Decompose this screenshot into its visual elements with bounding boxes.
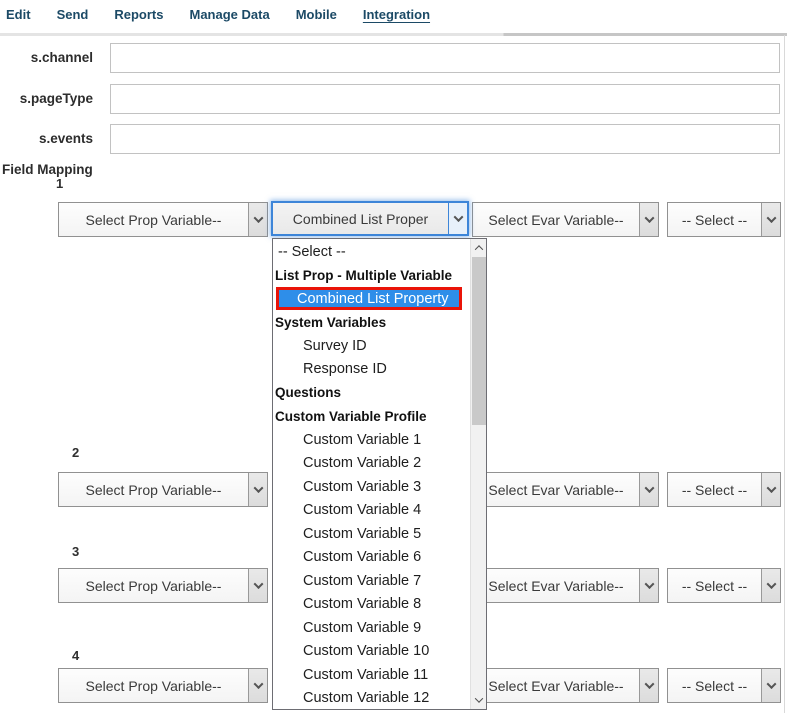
dropdown-option[interactable]: Custom Variable 10 bbox=[273, 640, 470, 664]
chevron-down-icon bbox=[248, 203, 267, 236]
schannel-input[interactable] bbox=[110, 43, 780, 73]
chevron-down-icon bbox=[761, 569, 780, 602]
dropdown-option[interactable]: Custom Variable 9 bbox=[273, 616, 470, 640]
prop-variable-select-2-value: Select Prop Variable-- bbox=[59, 482, 248, 498]
extra-select-4-value: -- Select -- bbox=[668, 678, 761, 694]
dropdown-option[interactable]: -- Select -- bbox=[273, 240, 470, 264]
dropdown-options: -- Select -- List Prop - Multiple Variab… bbox=[273, 240, 470, 710]
dropdown-option[interactable]: Custom Variable 5 bbox=[273, 522, 470, 546]
nav-item-edit[interactable]: Edit bbox=[6, 7, 31, 22]
prop-variable-select-3[interactable]: Select Prop Variable-- bbox=[58, 568, 268, 603]
chevron-down-icon bbox=[639, 669, 658, 702]
dropdown-option[interactable]: Custom Variable 2 bbox=[273, 452, 470, 476]
dropdown-group-label: List Prop - Multiple Variable bbox=[273, 264, 470, 288]
nav-item-reports[interactable]: Reports bbox=[114, 7, 163, 22]
chevron-down-icon bbox=[248, 473, 267, 506]
evar-variable-select-2[interactable]: Select Evar Variable-- bbox=[472, 472, 659, 507]
schannel-row: s.channel bbox=[0, 43, 787, 73]
chevron-down-icon bbox=[761, 669, 780, 702]
row-number-4: 4 bbox=[72, 648, 79, 663]
page: Edit Send Reports Manage Data Mobile Int… bbox=[0, 0, 787, 715]
chevron-down-icon bbox=[248, 569, 267, 602]
prop-variable-select-4-value: Select Prop Variable-- bbox=[59, 678, 248, 694]
evar-variable-select-1[interactable]: Select Evar Variable-- bbox=[472, 202, 659, 237]
spagetype-row: s.pageType bbox=[0, 84, 787, 114]
prop-variable-select-2[interactable]: Select Prop Variable-- bbox=[58, 472, 268, 507]
dropdown-option[interactable]: Custom Variable 4 bbox=[273, 499, 470, 523]
annotation-red-box: Combined List Property bbox=[276, 287, 462, 310]
nav-item-mobile[interactable]: Mobile bbox=[296, 7, 337, 22]
multi-variable-select-1[interactable]: Combined List Proper bbox=[271, 201, 469, 236]
dropdown-option[interactable]: Custom Variable 11 bbox=[273, 663, 470, 687]
dropdown-scrollbar[interactable] bbox=[470, 239, 486, 709]
nav-item-send[interactable]: Send bbox=[57, 7, 89, 22]
row-number-2: 2 bbox=[72, 445, 79, 460]
dropdown-option[interactable]: Custom Variable 6 bbox=[273, 546, 470, 570]
chevron-down-icon bbox=[761, 473, 780, 506]
field-mapping-title: Field Mapping bbox=[2, 162, 93, 177]
prop-variable-select-4[interactable]: Select Prop Variable-- bbox=[58, 668, 268, 703]
top-nav: Edit Send Reports Manage Data Mobile Int… bbox=[6, 7, 430, 22]
dropdown-option[interactable]: Custom Variable 1 bbox=[273, 428, 470, 452]
dropdown-group-label: System Variables bbox=[273, 311, 470, 335]
evar-variable-select-3-value: Select Evar Variable-- bbox=[473, 578, 639, 594]
extra-select-2-value: -- Select -- bbox=[668, 482, 761, 498]
extra-select-2[interactable]: -- Select -- bbox=[667, 472, 781, 507]
dropdown-option-selected[interactable]: Combined List Property bbox=[273, 287, 470, 311]
nav-item-manage-data[interactable]: Manage Data bbox=[189, 7, 269, 22]
nav-divider bbox=[0, 33, 787, 36]
extra-select-1-value: -- Select -- bbox=[668, 212, 761, 228]
chevron-down-icon bbox=[761, 203, 780, 236]
chevron-down-icon bbox=[248, 669, 267, 702]
row-number-1: 1 bbox=[56, 176, 63, 191]
nav-item-integration[interactable]: Integration bbox=[363, 7, 430, 22]
dropdown-group-label: Custom Variable Profile bbox=[273, 405, 470, 429]
chevron-down-icon bbox=[639, 473, 658, 506]
multi-variable-dropdown-list: -- Select -- List Prop - Multiple Variab… bbox=[272, 238, 487, 710]
chevron-down-icon bbox=[639, 203, 658, 236]
multi-variable-select-1-value: Combined List Proper bbox=[273, 211, 448, 227]
extra-select-4[interactable]: -- Select -- bbox=[667, 668, 781, 703]
evar-variable-select-1-value: Select Evar Variable-- bbox=[473, 212, 639, 228]
dropdown-group-label: Questions bbox=[273, 381, 470, 405]
evar-variable-select-2-value: Select Evar Variable-- bbox=[473, 482, 639, 498]
sevents-input[interactable] bbox=[110, 124, 780, 154]
prop-variable-select-1-value: Select Prop Variable-- bbox=[59, 212, 248, 228]
extra-select-3-value: -- Select -- bbox=[668, 578, 761, 594]
row-number-3: 3 bbox=[72, 544, 79, 559]
evar-variable-select-4-value: Select Evar Variable-- bbox=[473, 678, 639, 694]
extra-select-3[interactable]: -- Select -- bbox=[667, 568, 781, 603]
prop-variable-select-3-value: Select Prop Variable-- bbox=[59, 578, 248, 594]
dropdown-option[interactable]: Custom Variable 8 bbox=[273, 593, 470, 617]
dropdown-option[interactable]: Survey ID bbox=[273, 334, 470, 358]
chevron-down-icon bbox=[448, 203, 467, 234]
selected-option-highlight: Combined List Property bbox=[279, 290, 459, 307]
dropdown-option[interactable]: Response ID bbox=[273, 358, 470, 382]
spagetype-label: s.pageType bbox=[0, 91, 93, 106]
scrollbar-thumb[interactable] bbox=[472, 257, 486, 425]
extra-select-1[interactable]: -- Select -- bbox=[667, 202, 781, 237]
prop-variable-select-1[interactable]: Select Prop Variable-- bbox=[58, 202, 268, 237]
scroll-up-icon[interactable] bbox=[471, 240, 487, 256]
dropdown-option[interactable]: Custom Variable 7 bbox=[273, 569, 470, 593]
sevents-row: s.events bbox=[0, 124, 787, 154]
sevents-label: s.events bbox=[0, 131, 93, 146]
evar-variable-select-4[interactable]: Select Evar Variable-- bbox=[472, 668, 659, 703]
evar-variable-select-3[interactable]: Select Evar Variable-- bbox=[472, 568, 659, 603]
schannel-label: s.channel bbox=[0, 50, 93, 65]
chevron-down-icon bbox=[639, 569, 658, 602]
scroll-down-icon[interactable] bbox=[471, 692, 487, 708]
spagetype-input[interactable] bbox=[110, 84, 780, 114]
dropdown-option[interactable]: Custom Variable 12 bbox=[273, 687, 470, 711]
dropdown-option[interactable]: Custom Variable 3 bbox=[273, 475, 470, 499]
